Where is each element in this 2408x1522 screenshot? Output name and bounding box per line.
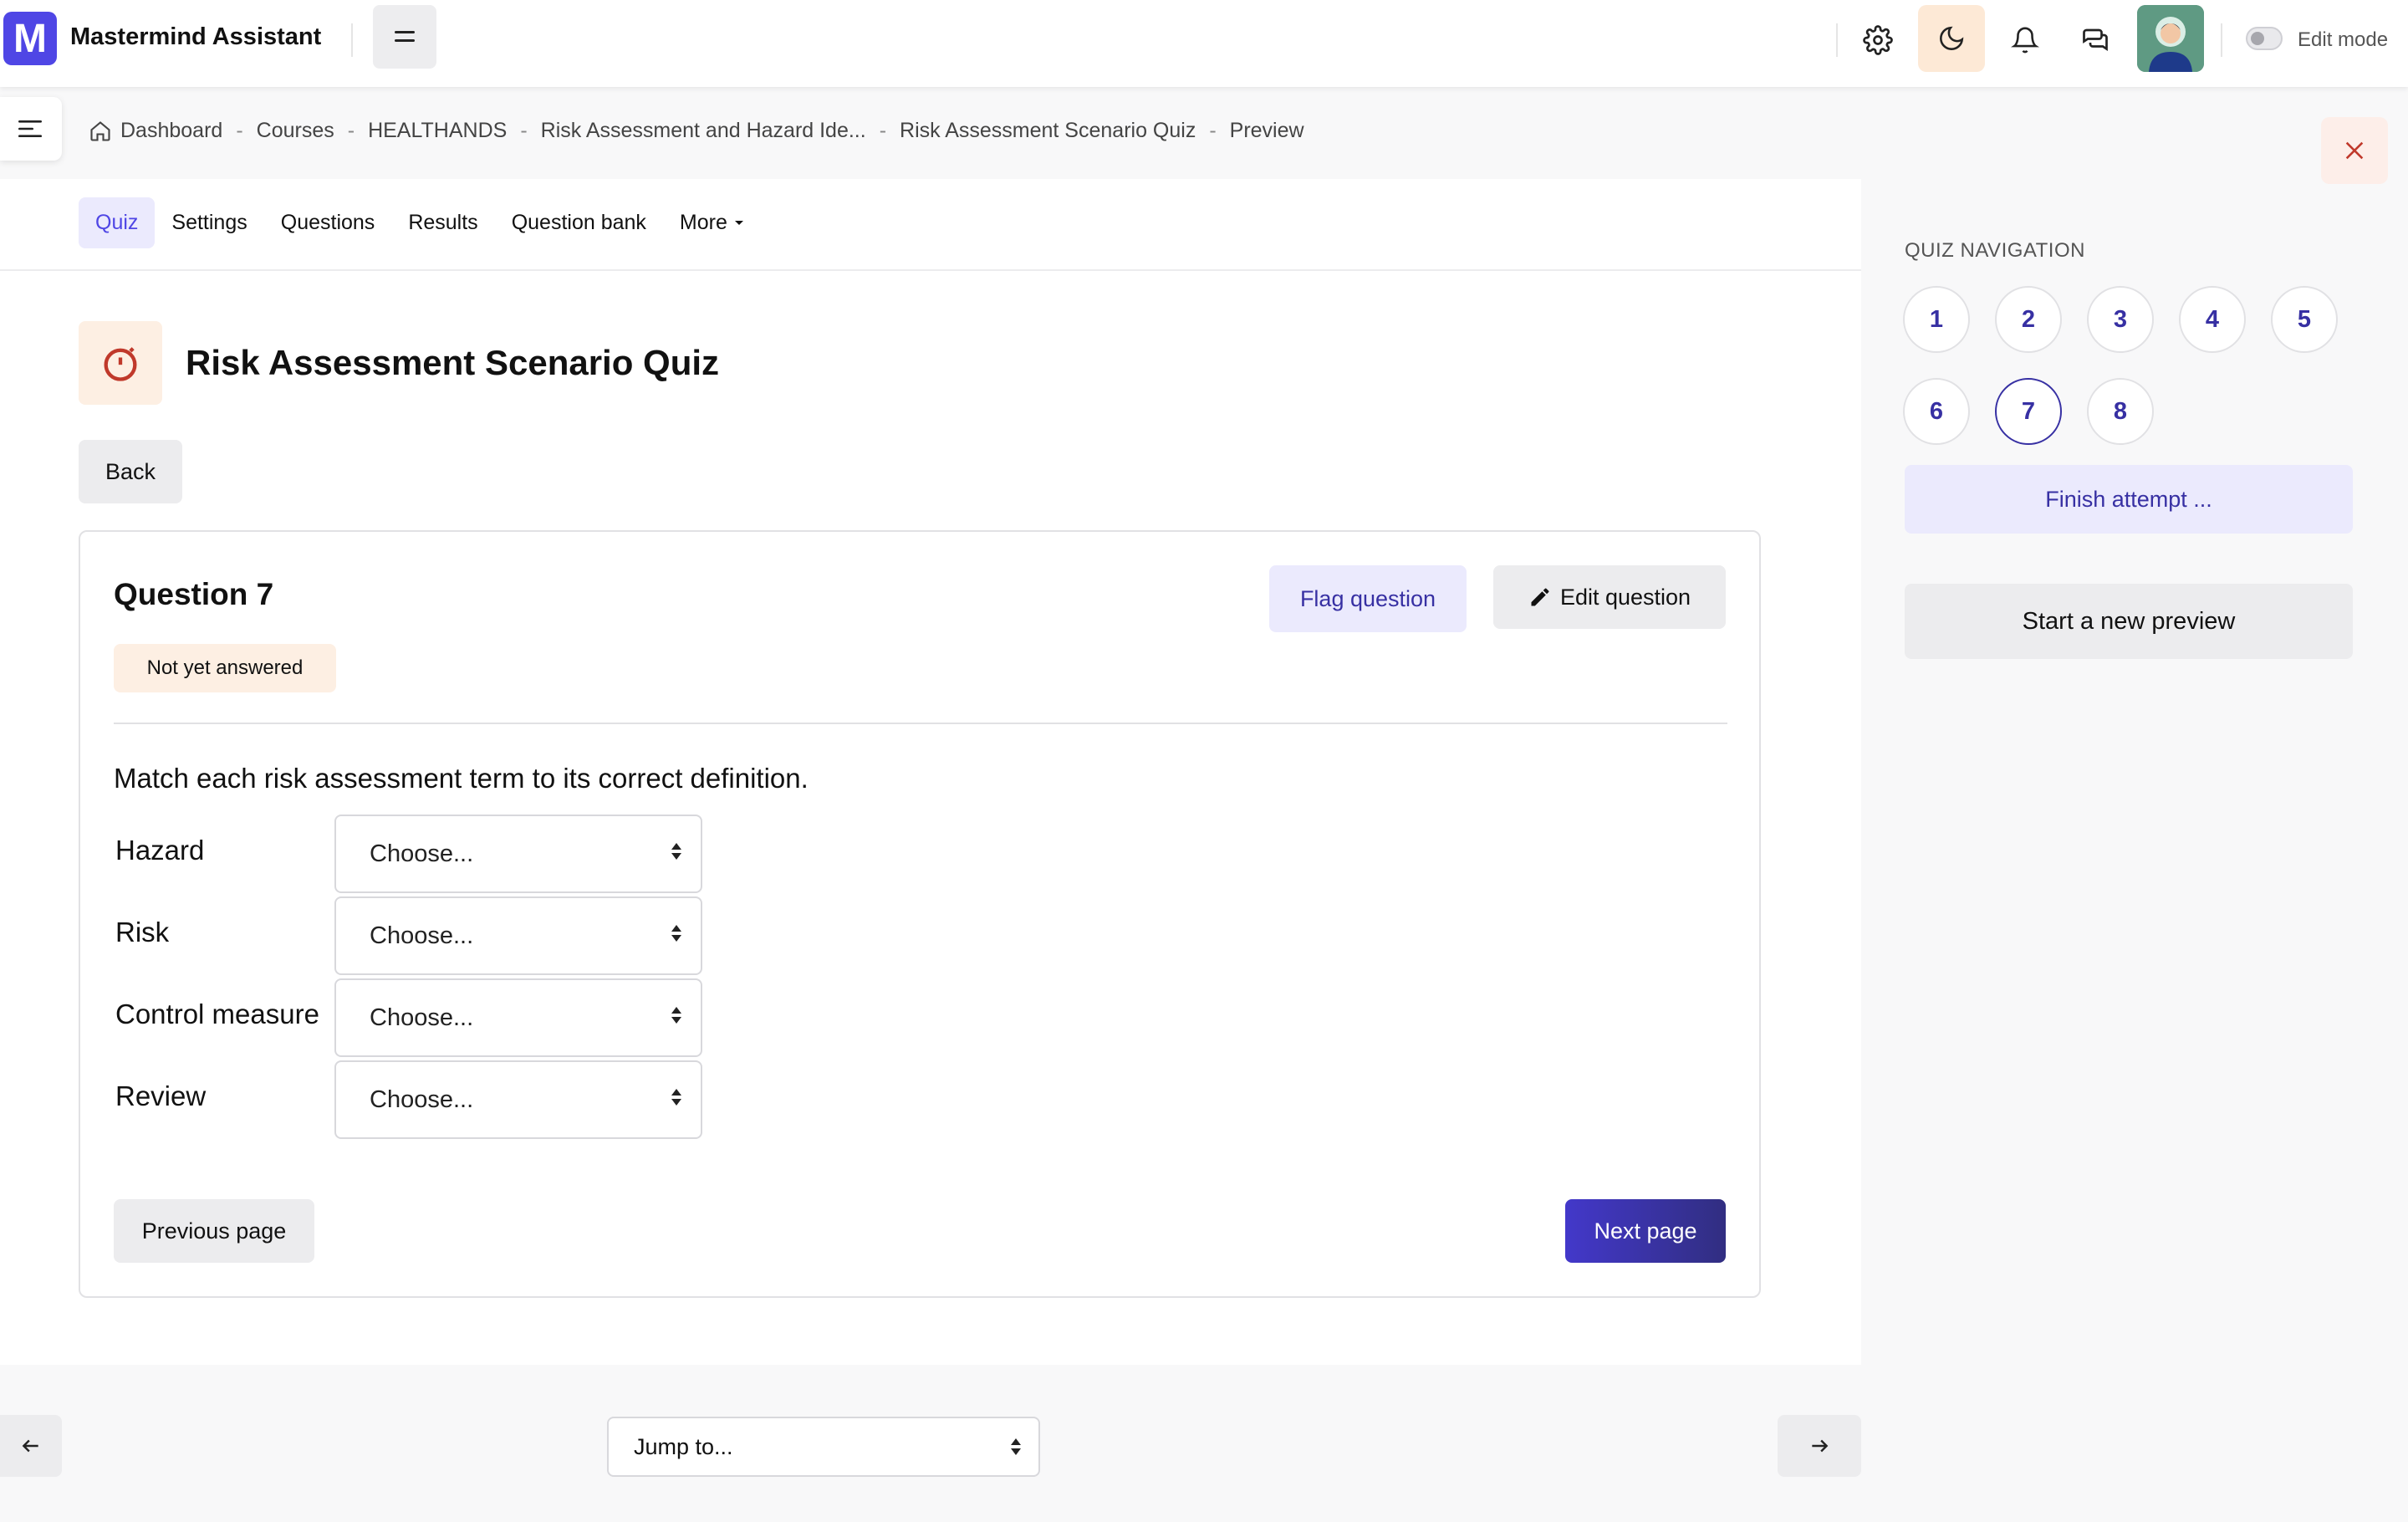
- quiz-nav-question-4[interactable]: 4: [2179, 286, 2246, 353]
- avatar-icon: [2137, 5, 2204, 72]
- select-arrows-icon: [671, 1089, 681, 1106]
- question-title: Question 7: [114, 577, 274, 611]
- breadcrumb-quiz[interactable]: Risk Assessment Scenario Quiz: [900, 119, 1196, 143]
- caret-down-icon: [734, 220, 743, 225]
- tab-more-label: More: [679, 211, 727, 234]
- breadcrumb-courses[interactable]: Courses: [257, 119, 334, 143]
- jump-to-select[interactable]: Jump to...: [607, 1417, 1040, 1477]
- match-select-hazard[interactable]: Choose...: [334, 815, 702, 893]
- breadcrumb-preview: Preview: [1229, 119, 1304, 142]
- select-value: Choose...: [370, 1004, 474, 1031]
- previous-page-button[interactable]: Previous page: [114, 1199, 314, 1263]
- dark-mode-button[interactable]: [1918, 5, 1985, 72]
- match-select-control-measure[interactable]: Choose...: [334, 978, 702, 1057]
- app-logo[interactable]: M: [3, 12, 57, 65]
- breadcrumb-separator: -: [520, 119, 528, 142]
- app-title[interactable]: Mastermind Assistant: [70, 23, 321, 51]
- divider: [2221, 23, 2222, 57]
- select-arrows-icon: [671, 925, 681, 942]
- quiz-navigation-heading: QUIZ NAVIGATION: [1905, 239, 2085, 262]
- home-icon: [90, 120, 110, 141]
- settings-button[interactable]: [1844, 7, 1911, 74]
- divider: [0, 269, 1861, 271]
- tab-questions[interactable]: Questions: [264, 197, 392, 248]
- notifications-button[interactable]: [1992, 7, 2059, 74]
- tab-more[interactable]: More: [663, 197, 761, 248]
- arrow-left-icon: [22, 1439, 38, 1453]
- match-term-label: Review: [115, 1080, 207, 1111]
- match-term-label: Hazard: [115, 835, 205, 866]
- tab-settings[interactable]: Settings: [155, 197, 263, 248]
- next-activity-button[interactable]: [1778, 1415, 1861, 1477]
- tab-results[interactable]: Results: [391, 197, 494, 248]
- edit-mode-toggle[interactable]: [2246, 27, 2283, 50]
- arrow-right-icon: [1812, 1439, 1829, 1453]
- edit-mode-label: Edit mode: [2298, 28, 2389, 51]
- quiz-nav-question-1[interactable]: 1: [1903, 286, 1970, 353]
- divider: [351, 23, 353, 57]
- next-page-button[interactable]: Next page: [1565, 1199, 1726, 1263]
- breadcrumb-separator: -: [1209, 119, 1217, 142]
- match-select-risk[interactable]: Choose...: [334, 896, 702, 975]
- chat-icon: [2083, 28, 2108, 52]
- select-value: Choose...: [370, 922, 474, 949]
- breadcrumb-course[interactable]: HEALTHANDS: [368, 119, 507, 143]
- back-button[interactable]: Back: [79, 440, 182, 503]
- divider: [1836, 23, 1838, 57]
- breadcrumb: Dashboard - Courses - HEALTHANDS - Risk …: [89, 119, 1304, 143]
- edit-question-button[interactable]: Edit question: [1493, 565, 1726, 629]
- breadcrumb-separator: -: [347, 119, 355, 142]
- page-title: Risk Assessment Scenario Quiz: [186, 343, 720, 382]
- stopwatch-icon: [104, 347, 137, 381]
- quiz-nav-question-8[interactable]: 8: [2087, 378, 2154, 445]
- select-value: Jump to...: [634, 1433, 733, 1459]
- question-text: Match each risk assessment term to its c…: [114, 763, 809, 794]
- pencil-icon: [1531, 588, 1549, 606]
- menu-icon: [395, 31, 415, 42]
- match-select-review[interactable]: Choose...: [334, 1060, 702, 1139]
- divider: [114, 723, 1727, 724]
- close-icon: [2345, 141, 2364, 160]
- select-arrows-icon: [671, 1007, 681, 1024]
- previous-activity-button[interactable]: [0, 1415, 62, 1477]
- quiz-activity-icon: [79, 321, 162, 405]
- start-new-preview-button[interactable]: Start a new preview: [1905, 584, 2353, 659]
- toggle-knob: [2251, 32, 2264, 45]
- breadcrumb-separator: -: [879, 119, 887, 142]
- breadcrumb-section[interactable]: Risk Assessment and Hazard Ide...: [541, 119, 866, 143]
- tab-question-bank[interactable]: Question bank: [495, 197, 663, 248]
- quiz-nav-question-5[interactable]: 5: [2271, 286, 2338, 353]
- question-status-badge: Not yet answered: [114, 644, 336, 692]
- tab-quiz[interactable]: Quiz: [79, 197, 156, 248]
- select-value: Choose...: [370, 840, 474, 867]
- breadcrumb-separator: -: [236, 119, 243, 142]
- user-avatar[interactable]: [2137, 5, 2204, 72]
- quiz-nav-question-3[interactable]: 3: [2087, 286, 2154, 353]
- match-term-label: Risk: [115, 917, 170, 947]
- messages-button[interactable]: [2062, 7, 2129, 74]
- drawer-icon: [18, 120, 42, 137]
- select-value: Choose...: [370, 1085, 474, 1113]
- quiz-nav-question-6[interactable]: 6: [1903, 378, 1970, 445]
- gear-icon: [1863, 25, 1893, 55]
- edit-question-label: Edit question: [1559, 584, 1691, 610]
- secondary-nav-tabs: Quiz Settings Questions Results Question…: [79, 197, 761, 248]
- main-menu-button[interactable]: [373, 5, 436, 69]
- quiz-nav-question-7[interactable]: 7: [1995, 378, 2062, 445]
- finish-attempt-button[interactable]: Finish attempt ...: [1905, 465, 2353, 534]
- breadcrumb-dashboard[interactable]: Dashboard: [120, 119, 222, 143]
- close-drawer-button[interactable]: [2321, 117, 2388, 184]
- bell-icon: [2011, 27, 2039, 54]
- moon-icon: [1940, 26, 1964, 50]
- flag-question-button[interactable]: Flag question: [1269, 565, 1467, 632]
- match-term-label: Control measure: [115, 998, 319, 1029]
- course-index-drawer-button[interactable]: [0, 97, 62, 161]
- select-arrows-icon: [1011, 1438, 1021, 1455]
- quiz-nav-question-2[interactable]: 2: [1995, 286, 2062, 353]
- select-arrows-icon: [671, 843, 681, 860]
